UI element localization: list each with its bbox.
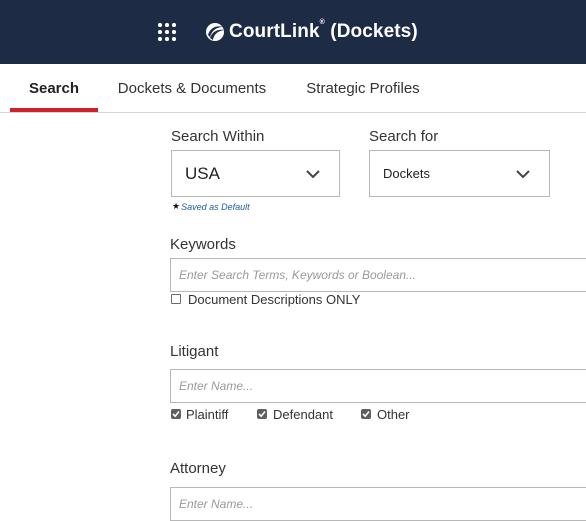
litigant-label: Litigant — [170, 343, 219, 360]
chevron-down-icon — [516, 170, 530, 179]
top-header-bar: CourtLink® (Dockets) — [0, 0, 586, 64]
attorney-label: Attorney — [170, 460, 226, 477]
search-within-select[interactable]: USA — [171, 150, 340, 197]
other-checkbox[interactable] — [361, 409, 371, 419]
document-descriptions-only-label: Document Descriptions ONLY — [188, 292, 361, 307]
keywords-label: Keywords — [170, 236, 236, 253]
keywords-placeholder: Enter Search Terms, Keywords or Boolean.… — [179, 268, 416, 282]
checkmark-icon — [258, 410, 266, 418]
checkmark-icon — [362, 410, 370, 418]
tab-search[interactable]: Search — [10, 64, 98, 112]
attorney-placeholder: Enter Name... — [179, 497, 254, 511]
other-label: Other — [377, 407, 410, 422]
document-descriptions-only-checkbox[interactable] — [171, 294, 181, 304]
defendant-label: Defendant — [273, 407, 333, 422]
saved-as-default-note: ★ Saved as Default — [172, 201, 250, 212]
search-for-select[interactable]: Dockets — [369, 150, 550, 197]
main-tabs: Search Dockets & Documents Strategic Pro… — [0, 64, 586, 113]
keywords-input[interactable]: Enter Search Terms, Keywords or Boolean.… — [170, 258, 586, 292]
tab-dockets-documents[interactable]: Dockets & Documents — [110, 64, 274, 112]
litigant-placeholder: Enter Name... — [179, 379, 254, 393]
defendant-checkbox[interactable] — [257, 409, 267, 419]
search-within-value: USA — [185, 163, 220, 183]
checkmark-icon — [172, 410, 180, 418]
plaintiff-label: Plaintiff — [186, 407, 229, 422]
tab-strategic-profiles[interactable]: Strategic Profiles — [296, 64, 430, 112]
search-within-label: Search Within — [171, 128, 265, 145]
plaintiff-checkbox[interactable] — [171, 409, 181, 419]
brand-name: CourtLink® (Dockets) — [229, 19, 418, 42]
brand-logo-title[interactable]: CourtLink® (Dockets) — [204, 19, 418, 45]
active-tab-indicator — [10, 108, 98, 112]
search-for-label: Search for — [369, 128, 439, 145]
star-icon: ★ — [172, 201, 181, 211]
courtlink-logo-icon — [206, 23, 224, 41]
chevron-down-icon — [306, 170, 320, 179]
apps-grid-icon[interactable] — [158, 23, 176, 41]
saved-as-default-text: Saved as Default — [181, 201, 250, 212]
attorney-input[interactable]: Enter Name... — [170, 487, 586, 521]
litigant-input[interactable]: Enter Name... — [170, 369, 586, 403]
search-for-value: Dockets — [383, 166, 430, 181]
